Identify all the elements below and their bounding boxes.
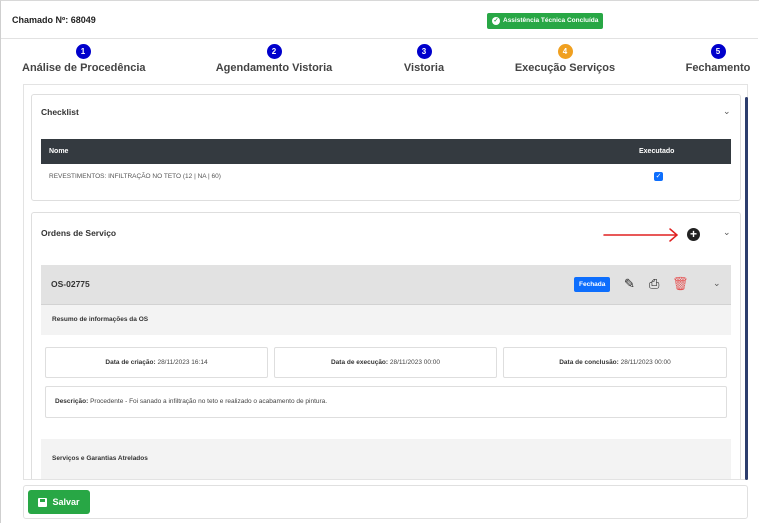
chevron-down-icon[interactable]: ⌄ (723, 106, 731, 117)
step-number: 5 (710, 44, 726, 59)
step-vistoria[interactable]: 3 Vistoria (398, 44, 450, 74)
progress-stepper: 1 Análise de Procedência 2 Agendamento V… (0, 44, 759, 84)
summary-title: Resumo de informações da OS (52, 316, 149, 323)
step-analise[interactable]: 1 Análise de Procedência (22, 44, 146, 74)
checklist-title: Checklist (41, 107, 79, 117)
executed-checkbox[interactable]: ✓ (654, 172, 663, 181)
summary-area: Data de criação: 28/11/2023 16:14 Data d… (41, 335, 731, 439)
pencil-icon[interactable]: ✎ (624, 276, 635, 292)
execution-date-label: Data de execução: (330, 359, 389, 366)
step-label: Agendamento Vistoria (215, 62, 333, 74)
step-number: 1 (75, 44, 91, 59)
step-fechamento[interactable]: 5 Fechamento (683, 44, 753, 74)
description-box: Descrição: Procedente - Foi sanado a inf… (45, 386, 727, 418)
checklist-item-name: REVESTIMENTOS: INFILTRAÇÃO NO TETO (12 |… (49, 173, 221, 180)
floppy-disk-icon (38, 497, 48, 507)
services-title: Serviços e Garantias Atrelados (52, 455, 148, 462)
column-header-nome: Nome (49, 148, 69, 155)
add-service-order-plus-icon[interactable]: + (687, 228, 700, 241)
step-execucao[interactable]: 4 Execução Serviços (514, 44, 616, 74)
save-button[interactable]: Salvar (28, 490, 90, 514)
execution-date-value: 28/11/2023 00:00 (389, 359, 441, 366)
step-number: 2 (266, 44, 282, 59)
conclusion-date-box: Data de conclusão: 28/11/2023 00:00 (503, 347, 727, 378)
step-agendamento[interactable]: 2 Agendamento Vistoria (214, 44, 334, 74)
status-badge: ✓ Assistência Técnica Concluída (487, 13, 604, 29)
trash-icon[interactable]: 🗑 (672, 276, 689, 292)
check-circle-icon: ✓ (492, 17, 500, 25)
service-order-header: OS-02775 Fechada ✎ ⎙ 🗑 ⌄ (41, 265, 731, 305)
creation-date-label: Data de criação: (105, 359, 156, 366)
step-number: 3 (416, 44, 432, 59)
footer-bar: Salvar (23, 485, 748, 519)
service-order-panel: OS-02775 Fechada ✎ ⎙ 🗑 ⌄ Resumo de infor… (41, 265, 731, 479)
step-label: Análise de Procedência (22, 62, 146, 74)
main-content: Checklist ⌄ Nome Executado REVESTIMENTOS… (23, 84, 748, 480)
creation-date-box: Data de criação: 28/11/2023 16:14 (45, 347, 268, 378)
description-label: Descrição: (55, 398, 89, 405)
conclusion-date-value: 28/11/2023 00:00 (620, 359, 671, 366)
checklist-card: Checklist ⌄ Nome Executado REVESTIMENTOS… (31, 94, 741, 201)
column-header-executado: Executado (639, 148, 675, 155)
service-order-id: OS-02775 (51, 279, 90, 289)
checklist-table-header: Nome Executado (41, 139, 731, 164)
save-button-label: Salvar (52, 497, 80, 507)
page-header: Chamado Nº: 68049 ✓ Assistência Técnica … (1, 1, 758, 39)
step-label: Execução Serviços (514, 62, 616, 74)
conclusion-date-label: Data de conclusão: (559, 359, 619, 366)
step-label: Vistoria (403, 62, 445, 74)
status-badge-label: Assistência Técnica Concluída (503, 17, 599, 24)
chevron-down-icon[interactable]: ⌄ (723, 227, 731, 238)
red-arrow-annotation (603, 228, 679, 242)
order-status-badge: Fechada (574, 277, 611, 292)
execution-date-box: Data de execução: 28/11/2023 00:00 (274, 347, 497, 378)
description-value: Procedente - Foi sanado a infiltração no… (90, 398, 328, 405)
chevron-down-icon[interactable]: ⌄ (713, 278, 721, 289)
step-label: Fechamento (685, 62, 751, 74)
service-orders-card: Ordens de Serviço + ⌄ OS-02775 Fechada ✎… (31, 212, 741, 479)
service-orders-title: Ordens de Serviço (41, 228, 117, 238)
printer-icon[interactable]: ⎙ (649, 276, 659, 292)
ticket-number: Chamado Nº: 68049 (12, 15, 96, 25)
table-row: REVESTIMENTOS: INFILTRAÇÃO NO TETO (12 |… (41, 169, 731, 187)
step-number: 4 (557, 44, 573, 59)
scrollbar[interactable] (745, 97, 748, 480)
creation-date-value: 28/11/2023 16:14 (157, 359, 208, 366)
